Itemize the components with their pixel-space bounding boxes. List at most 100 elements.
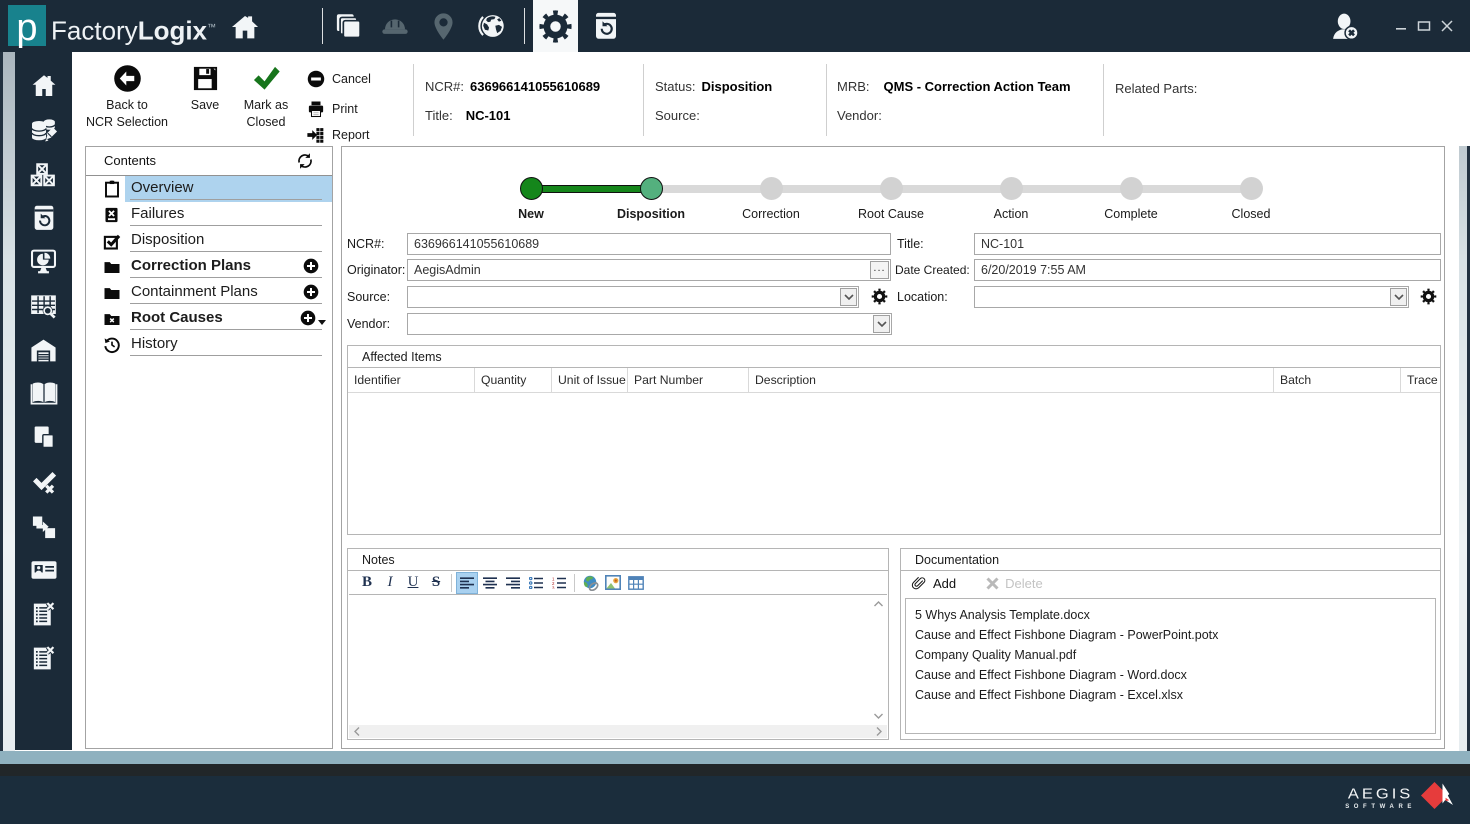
column-description[interactable]: Description [749,368,1274,392]
contents-item-containment-plans[interactable]: Containment Plans [86,280,332,306]
add-root-cause-menu-arrow[interactable] [318,320,326,325]
notes-editor[interactable] [349,595,887,738]
file-item[interactable]: Cause and Effect Fishbone Diagram - Word… [915,665,1435,685]
documentation-title: Documentation [915,553,999,567]
close-button[interactable] [1440,19,1454,33]
step-label-closed: Closed [1191,207,1311,221]
file-item[interactable]: Company Quality Manual.pdf [915,645,1435,665]
settings-tab-active[interactable] [533,0,578,52]
history-icon [103,336,121,354]
save-button[interactable]: Save [179,62,231,114]
bullet-list-button[interactable] [526,573,546,593]
notes-horizontal-scrollbar[interactable] [349,725,887,738]
numbered-list-button[interactable]: 123 [549,573,569,593]
toolbar-separator [451,574,452,592]
report-button[interactable]: Report [307,126,370,144]
dock-warehouse-icon[interactable] [29,335,59,365]
map-pin-icon[interactable] [426,9,460,43]
originator-browse-button[interactable]: ... [870,261,889,279]
title-bar: p FactoryLogix™ [0,0,1470,52]
contents-item-root-causes[interactable]: Root Causes [86,306,332,332]
contents-item-failures[interactable]: Failures [86,202,332,228]
dock-data-search-icon[interactable] [29,291,59,321]
bold-button[interactable]: B [357,573,377,593]
back-to-ncr-selection-button[interactable]: Back toNCR Selection [79,62,175,131]
dock-documentation-icon[interactable] [29,378,59,408]
add-containment-plan-button[interactable] [303,284,319,300]
app-logo: p [8,5,46,46]
dock-data-editor-icon[interactable] [29,115,59,145]
source-settings-gear-icon[interactable] [871,288,888,305]
dock-copy-icon[interactable] [29,422,59,452]
align-right-button[interactable] [503,573,523,593]
document-restore-icon[interactable] [589,9,623,43]
documentation-file-list[interactable]: 5 Whys Analysis Template.docx Cause and … [905,598,1436,734]
source-dropdown-button[interactable] [840,288,857,306]
insert-table-button[interactable] [626,573,646,593]
title-input[interactable]: NC-101 [974,233,1441,255]
file-item[interactable]: 5 Whys Analysis Template.docx [915,605,1435,625]
column-part-number[interactable]: Part Number [628,368,749,392]
paperclip-icon [911,575,927,591]
globe-icon[interactable] [475,9,509,43]
refresh-icon[interactable] [296,152,314,170]
contents-item-overview[interactable]: Overview [86,176,332,202]
column-trace[interactable]: Trace [1401,368,1440,392]
dock-checklist-delete-icon[interactable] [29,599,59,629]
location-settings-gear-icon[interactable] [1420,288,1437,305]
column-batch[interactable]: Batch [1274,368,1401,392]
align-left-button[interactable] [457,573,477,593]
mark-as-closed-button[interactable]: Mark asClosed [231,62,301,131]
user-logout-icon[interactable] [1328,9,1362,43]
documents-icon[interactable] [331,9,365,43]
add-root-cause-button[interactable] [300,310,316,326]
dock-quality-check-icon[interactable] [29,467,59,497]
file-item[interactable]: Cause and Effect Fishbone Diagram - Exce… [915,685,1435,705]
delete-attachment-button[interactable]: Delete [986,576,1043,591]
affected-items-group: Affected Items Identifier Quantity Unit … [347,345,1441,535]
column-identifier[interactable]: Identifier [348,368,475,392]
location-select[interactable] [974,286,1409,308]
vendor-dropdown-button[interactable] [873,315,890,333]
dock-materials-icon[interactable] [29,159,59,189]
toolbar-divider [826,64,827,136]
step-dot-root-cause [880,177,903,200]
contents-item-history[interactable]: History [86,332,332,358]
notes-vertical-scrollbar[interactable] [870,595,887,725]
report-icon [307,126,325,144]
column-unit-of-issue[interactable]: Unit of Issue [552,368,628,392]
dock-transfer-icon[interactable] [29,512,59,542]
originator-input[interactable]: AegisAdmin ... [407,259,891,281]
dock-restore-icon[interactable] [29,203,59,233]
contents-item-disposition[interactable]: Disposition [86,228,332,254]
insert-image-button[interactable] [603,573,623,593]
source-select[interactable] [407,286,859,308]
hardhat-icon[interactable] [378,9,412,43]
contents-item-correction-plans[interactable]: Correction Plans [86,254,332,280]
maximize-button[interactable] [1417,19,1431,33]
location-dropdown-button[interactable] [1390,288,1407,306]
file-item[interactable]: Cause and Effect Fishbone Diagram - Powe… [915,625,1435,645]
home-icon[interactable] [228,10,262,44]
minimize-button[interactable] [1394,19,1408,33]
strikethrough-button[interactable]: S [426,573,446,593]
dock-checklist-delete2-icon[interactable] [29,643,59,673]
checkbox-checked-icon [103,232,121,250]
folder-x-icon [103,310,121,328]
underline-button[interactable]: U [403,573,423,593]
ncr-input[interactable]: 636966141055610689 [407,233,891,255]
print-button[interactable]: Print [307,100,358,118]
dock-dashboard-icon[interactable] [29,246,59,276]
dock-home-icon[interactable] [29,71,59,101]
align-center-button[interactable] [480,573,500,593]
add-attachment-button[interactable]: Add [911,575,956,591]
date-created-input[interactable]: 6/20/2019 7:55 AM [974,259,1441,281]
add-correction-plan-button[interactable] [303,258,319,274]
italic-button[interactable]: I [380,573,400,593]
notes-rich-text-toolbar: B I U S 123 [349,571,887,595]
cancel-button[interactable]: Cancel [307,70,371,88]
dock-idcard-icon[interactable] [29,555,59,585]
insert-hyperlink-button[interactable] [580,573,600,593]
vendor-select[interactable] [407,313,892,335]
column-quantity[interactable]: Quantity [475,368,552,392]
